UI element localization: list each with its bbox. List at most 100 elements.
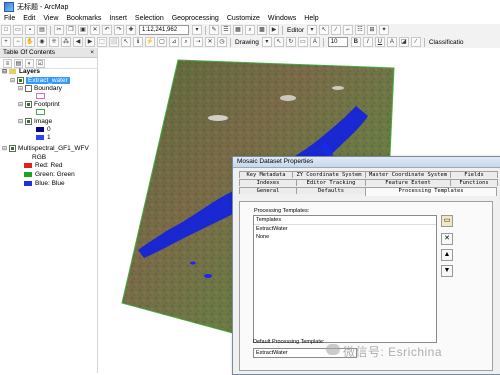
menu-file[interactable]: File xyxy=(0,15,19,22)
toc-layers-root[interactable]: ⊟ Layers xyxy=(2,68,40,75)
list-by-visibility-icon[interactable]: ◐ xyxy=(25,58,34,68)
cut-icon[interactable]: ✂ xyxy=(54,25,64,35)
templates-list[interactable]: Templates ExtractWater None xyxy=(253,215,437,343)
chevron-down-icon[interactable]: ▾ xyxy=(261,37,272,47)
rotate-icon[interactable]: ↻ xyxy=(285,37,296,47)
new-map-icon[interactable]: □ xyxy=(1,25,11,35)
font-color-icon[interactable]: A xyxy=(386,37,397,47)
list-item[interactable]: None xyxy=(254,233,436,241)
tab-master-coordinate-system[interactable]: Master Coordinate System xyxy=(365,171,451,178)
tab-functions[interactable]: Functions xyxy=(450,179,498,186)
select-features-icon[interactable]: ⬚ xyxy=(97,37,107,47)
tab-key-metadata[interactable]: Key Metadata xyxy=(239,171,293,178)
menu-insert[interactable]: Insert xyxy=(105,15,131,22)
print-icon[interactable]: ▤ xyxy=(37,25,47,35)
tab-general[interactable]: General xyxy=(239,187,297,194)
collapse-icon[interactable]: ⊟ xyxy=(10,77,15,84)
editor-toolbar-icon[interactable]: ✎ xyxy=(209,25,219,35)
arctoolbox-icon[interactable]: ▩ xyxy=(257,25,267,35)
add-data-icon[interactable]: ✚ xyxy=(126,25,136,35)
drawing-menu[interactable]: Drawing xyxy=(233,39,261,46)
zoom-in-icon[interactable]: + xyxy=(1,37,11,47)
attributes-icon[interactable]: ☷ xyxy=(354,25,365,35)
tab-feature-extent[interactable]: Feature Extent xyxy=(365,179,451,186)
layer-visibility-checkbox[interactable] xyxy=(25,101,33,108)
list-by-source-icon[interactable]: ▤ xyxy=(14,58,23,68)
fixed-zoom-in-icon[interactable]: ⁜ xyxy=(49,37,59,47)
text-icon[interactable]: A xyxy=(309,37,320,47)
select-elements-icon[interactable]: ↖ xyxy=(273,37,284,47)
hyperlink-icon[interactable]: ⚡ xyxy=(145,37,155,47)
menu-view[interactable]: View xyxy=(39,15,62,22)
measure-icon[interactable]: ⊿ xyxy=(169,37,179,47)
layer-visibility-checkbox[interactable] xyxy=(9,145,17,152)
list-by-selection-icon[interactable]: ☑ xyxy=(36,58,45,68)
collapse-icon[interactable]: ⊟ xyxy=(18,101,23,108)
table-of-contents-icon[interactable]: ☰ xyxy=(221,25,231,35)
collapse-icon[interactable]: ⊟ xyxy=(18,118,23,125)
underline-button[interactable]: U xyxy=(374,37,385,47)
back-icon[interactable]: ◀ xyxy=(73,37,83,47)
layer-visibility-checkbox[interactable] xyxy=(17,77,25,84)
identify-icon[interactable]: ℹ xyxy=(133,37,143,47)
toc-layer-image[interactable]: ⊟ Image xyxy=(18,118,52,125)
font-size-select[interactable]: 10 xyxy=(327,37,348,47)
italic-button[interactable]: I xyxy=(362,37,373,47)
layer-visibility-checkbox[interactable] xyxy=(25,118,33,125)
remove-template-button[interactable]: ✕ xyxy=(441,233,453,245)
menu-customize[interactable]: Customize xyxy=(223,15,264,22)
find-route-icon[interactable]: ⇢ xyxy=(193,37,203,47)
editor-menu[interactable]: Editor xyxy=(285,27,306,34)
move-up-button[interactable]: ▲ xyxy=(441,249,453,261)
default-template-select[interactable]: ExtractWater xyxy=(253,348,357,358)
list-by-drawing-order-icon[interactable]: ≡ xyxy=(3,58,12,68)
menu-help[interactable]: Help xyxy=(300,15,322,22)
toc-layer-footprint[interactable]: ⊟ Footprint xyxy=(18,101,60,108)
redo-icon[interactable]: ↷ xyxy=(114,25,124,35)
clear-selection-icon[interactable]: ⬜ xyxy=(109,37,119,47)
python-icon[interactable]: ▶ xyxy=(269,25,279,35)
menu-geoprocessing[interactable]: Geoprocessing xyxy=(168,15,223,22)
layer-visibility-checkbox[interactable] xyxy=(25,85,33,92)
toc-layer-multispectral[interactable]: ⊟ Multispectral_GF1_WFV xyxy=(2,145,89,152)
toc-close-button[interactable]: × xyxy=(90,48,97,57)
menu-selection[interactable]: Selection xyxy=(131,15,168,22)
catalog-icon[interactable]: ▦ xyxy=(233,25,243,35)
menu-edit[interactable]: Edit xyxy=(19,15,39,22)
open-icon[interactable]: ▭ xyxy=(13,25,23,35)
create-features-icon[interactable]: ✦ xyxy=(378,25,389,35)
undo-icon[interactable]: ↶ xyxy=(102,25,112,35)
collapse-icon[interactable]: ⊟ xyxy=(18,85,23,92)
pan-icon[interactable]: ✋ xyxy=(25,37,35,47)
paste-icon[interactable]: ▣ xyxy=(78,25,88,35)
find-icon[interactable]: ⌕ xyxy=(181,37,191,47)
bold-button[interactable]: B xyxy=(350,37,361,47)
vertex-icon[interactable]: ⌐ xyxy=(342,25,353,35)
classification-menu[interactable]: Classificatio xyxy=(427,39,466,46)
rectangle-icon[interactable]: ▭ xyxy=(297,37,308,47)
edit-tool-icon[interactable]: ↖ xyxy=(318,25,329,35)
html-popup-icon[interactable]: ▢ xyxy=(157,37,167,47)
go-to-xy-icon[interactable]: ✕ xyxy=(205,37,215,47)
collapse-icon[interactable]: ⊟ xyxy=(2,145,7,152)
chevron-down-icon[interactable]: ▾ xyxy=(306,25,317,35)
fill-color-icon[interactable]: ◪ xyxy=(398,37,409,47)
tab-defaults[interactable]: Defaults xyxy=(296,187,366,194)
collapse-icon[interactable]: ⊟ xyxy=(2,68,7,75)
open-template-button[interactable]: ▭ xyxy=(441,215,453,227)
delete-icon[interactable]: ✕ xyxy=(90,25,100,35)
search-icon[interactable]: ⌕ xyxy=(245,25,255,35)
line-color-icon[interactable]: ∕ xyxy=(410,37,421,47)
save-icon[interactable]: ▪ xyxy=(25,25,35,35)
menu-windows[interactable]: Windows xyxy=(264,15,300,22)
time-slider-icon[interactable]: ◷ xyxy=(217,37,227,47)
move-down-button[interactable]: ▼ xyxy=(441,265,453,277)
sketch-properties-icon[interactable]: ⊞ xyxy=(366,25,377,35)
menu-bookmarks[interactable]: Bookmarks xyxy=(62,15,105,22)
map-scale-input[interactable]: 1:12,241,962 xyxy=(139,25,189,35)
sketch-tool-icon[interactable]: ∕ xyxy=(330,25,341,35)
tab-processing-templates[interactable]: Processing Templates xyxy=(365,187,497,196)
list-item[interactable]: ExtractWater xyxy=(254,225,436,233)
toc-layer-extract-water[interactable]: ⊟ Extract_water xyxy=(10,77,70,84)
full-extent-icon[interactable]: ◉ xyxy=(37,37,47,47)
